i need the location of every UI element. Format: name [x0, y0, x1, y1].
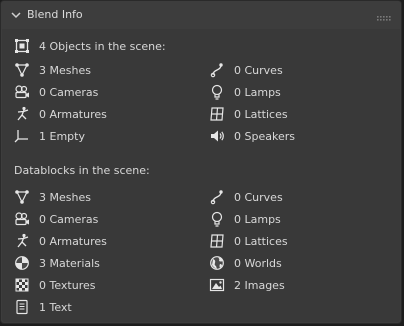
list-item: 0 Lattices: [209, 103, 288, 125]
list-item: 0 Lattices: [209, 230, 288, 252]
text-icon: [14, 299, 30, 315]
list-item: 0 Armatures: [14, 230, 107, 252]
list-item: 2 Images: [209, 274, 285, 296]
armatures-count: 0 Armatures: [39, 234, 107, 248]
lamp-icon: [209, 84, 225, 100]
empty-count: 1 Empty: [39, 129, 85, 143]
panel-body: 4 Objects in the scene: 3 Meshes 0 Camer…: [2, 29, 400, 322]
meshes-count: 3 Meshes: [39, 63, 91, 77]
camera-icon: [14, 84, 30, 100]
curves-count: 0 Curves: [234, 63, 283, 77]
images-count: 2 Images: [234, 278, 285, 292]
list-item: 0 Cameras: [14, 208, 98, 230]
mesh-icon: [14, 62, 30, 78]
curve-icon: [209, 62, 225, 78]
textures-count: 0 Textures: [39, 278, 96, 292]
curve-icon: [209, 189, 225, 205]
cameras-count: 0 Cameras: [39, 85, 99, 99]
lamps-count: 0 Lamps: [234, 85, 281, 99]
blend-info-panel: Blend Info 4 Objects in the scene: 3 Mes…: [0, 0, 402, 324]
lamp-icon: [209, 211, 225, 227]
drag-handle-icon[interactable]: [377, 12, 391, 21]
panel-header[interactable]: Blend Info: [1, 1, 401, 29]
lattice-icon: [209, 106, 225, 122]
image-icon: [209, 277, 225, 293]
objects-heading-row: 4 Objects in the scene:: [14, 35, 166, 57]
chevron-down-icon[interactable]: [11, 10, 21, 20]
speakers-count: 0 Speakers: [234, 129, 295, 143]
list-item: 3 Meshes: [14, 59, 91, 81]
worlds-count: 0 Worlds: [234, 256, 282, 270]
objects-select-icon: [14, 38, 30, 54]
text-count: 1 Text: [39, 300, 72, 314]
world-icon: [209, 255, 225, 271]
list-item: 0 Textures: [14, 274, 96, 296]
list-item: 0 Lamps: [209, 208, 281, 230]
list-item: 0 Armatures: [14, 103, 107, 125]
empty-icon: [14, 128, 30, 144]
meshes-count: 3 Meshes: [39, 190, 91, 204]
lamps-count: 0 Lamps: [234, 212, 281, 226]
list-item: 3 Materials: [14, 252, 100, 274]
list-item: 0 Worlds: [209, 252, 282, 274]
speaker-icon: [209, 128, 225, 144]
armature-icon: [14, 233, 30, 249]
cameras-count: 0 Cameras: [39, 212, 99, 226]
list-item: 1 Text: [14, 296, 72, 318]
armatures-count: 0 Armatures: [39, 107, 107, 121]
camera-icon: [14, 211, 30, 227]
list-item: 0 Cameras: [14, 81, 98, 103]
curves-count: 0 Curves: [234, 190, 283, 204]
texture-icon: [14, 277, 30, 293]
list-item: 0 Curves: [209, 186, 283, 208]
lattices-count: 0 Lattices: [234, 107, 288, 121]
list-item: 3 Meshes: [14, 186, 91, 208]
list-item: 0 Curves: [209, 59, 283, 81]
list-item: 0 Speakers: [209, 125, 295, 147]
objects-heading: 4 Objects in the scene:: [39, 39, 166, 53]
lattice-icon: [209, 233, 225, 249]
lattices-count: 0 Lattices: [234, 234, 288, 248]
mesh-icon: [14, 189, 30, 205]
materials-count: 3 Materials: [39, 256, 100, 270]
datablocks-heading: Datablocks in the scene:: [14, 164, 150, 177]
armature-icon: [14, 106, 30, 122]
material-icon: [14, 255, 30, 271]
list-item: 1 Empty: [14, 125, 85, 147]
list-item: 0 Lamps: [209, 81, 281, 103]
panel-title: Blend Info: [27, 8, 83, 21]
